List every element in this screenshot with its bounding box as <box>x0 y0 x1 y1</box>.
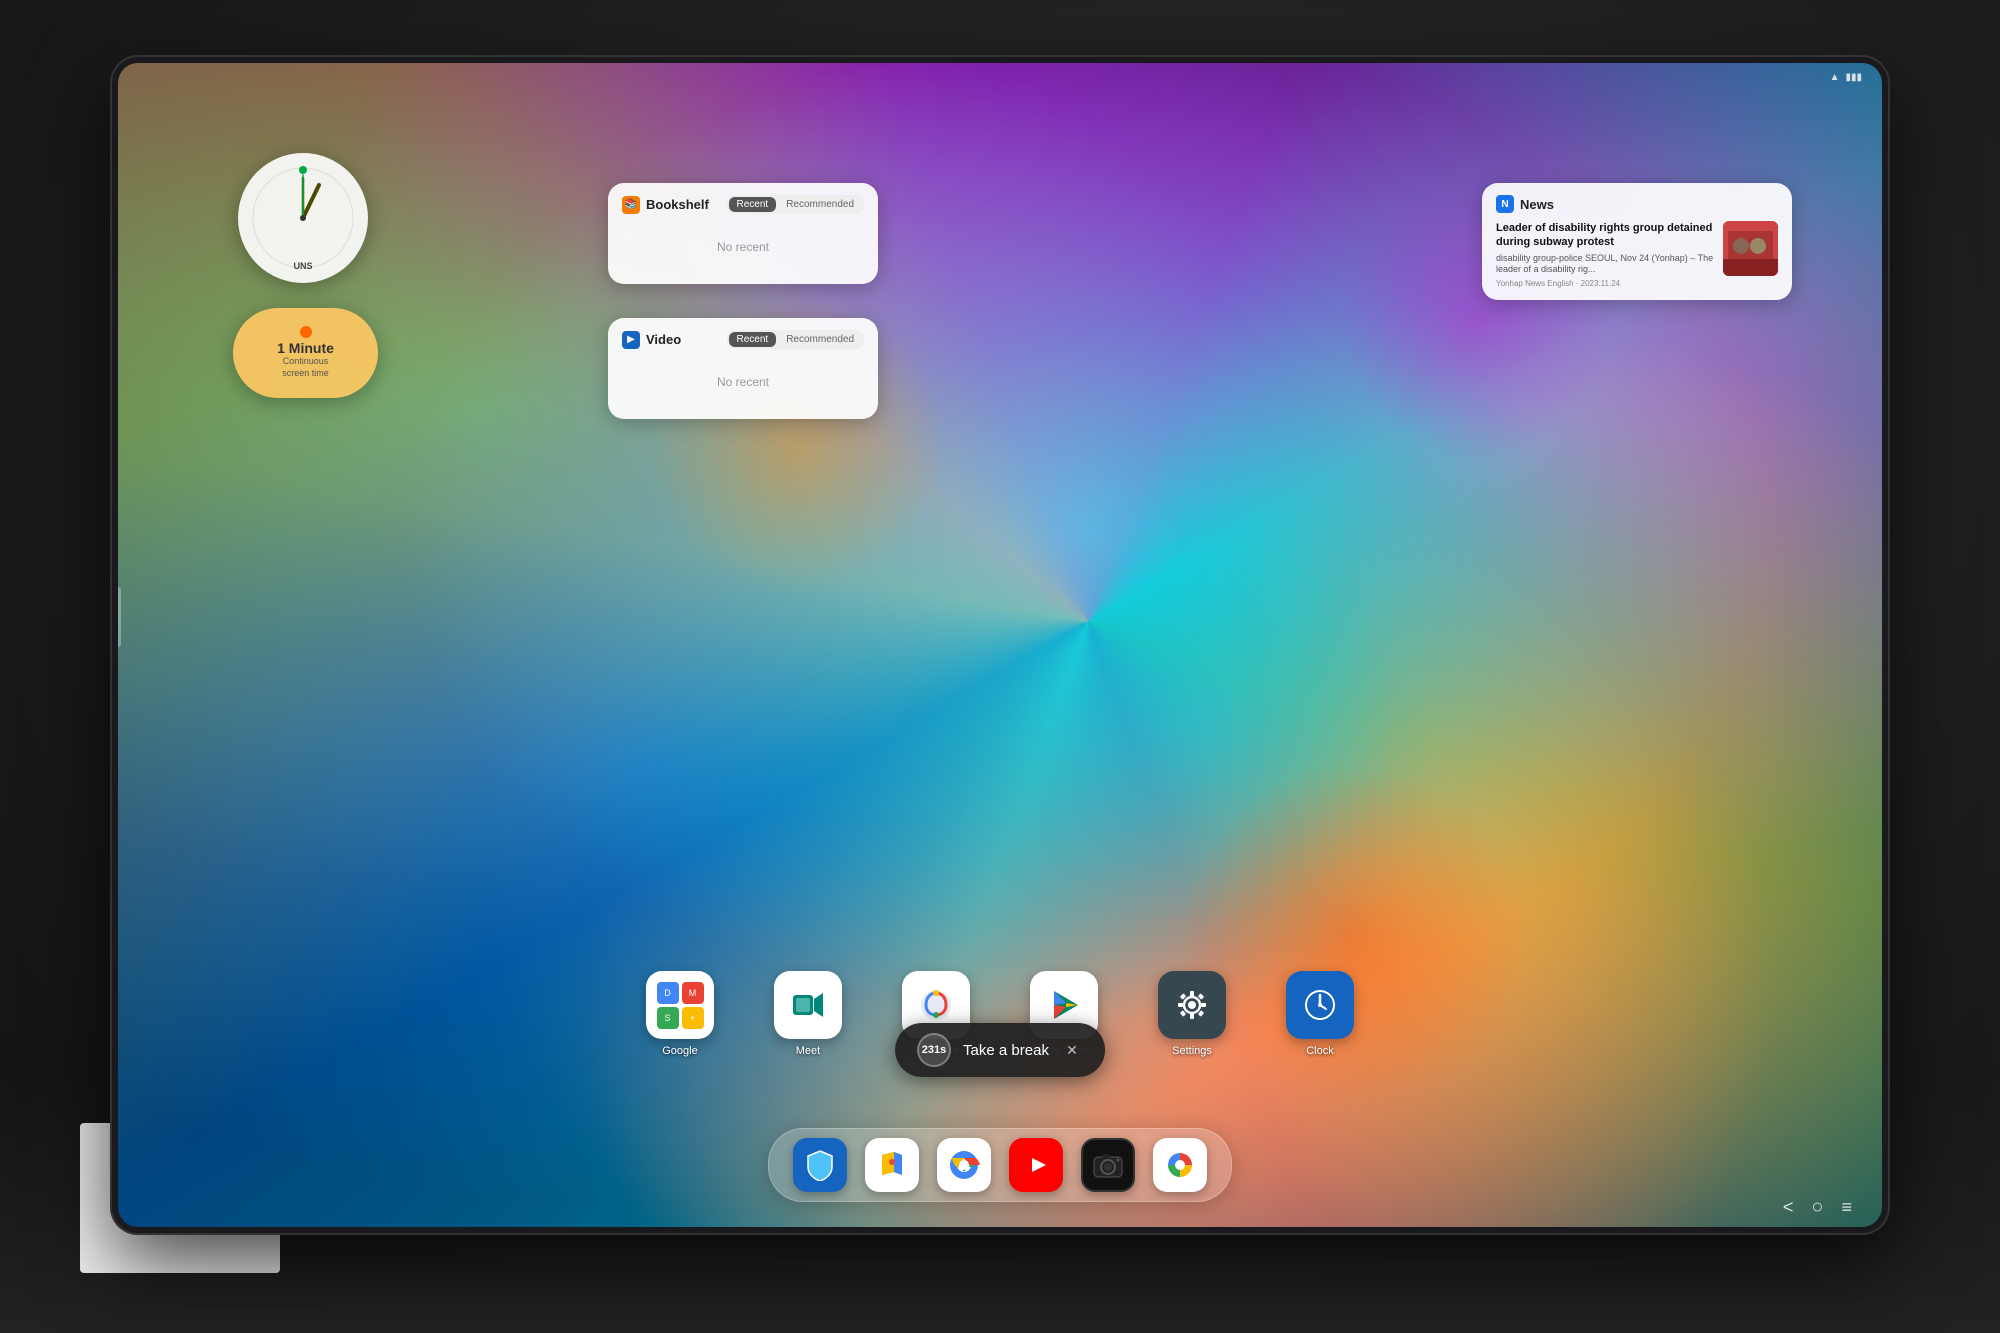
screentime-duration: 1 Minute <box>277 340 334 356</box>
google-sub-docs: D <box>657 982 679 1004</box>
widget-video[interactable]: ▶ Video Recent Recommended No recent <box>608 318 878 419</box>
widget-bookshelf[interactable]: 📚 Bookshelf Recent Recommended No recent <box>608 183 878 284</box>
tablet-screen: ▲ ▮▮▮ <box>118 63 1882 1227</box>
app-icon-meet[interactable] <box>774 971 842 1039</box>
break-timer: 231s <box>917 1033 951 1067</box>
video-title-row: ▶ Video <box>622 331 681 349</box>
screentime-subtitle: Continuousscreen time <box>282 356 329 379</box>
dock-item-chrome[interactable] <box>937 1138 991 1192</box>
bookshelf-title-row: 📚 Bookshelf <box>622 196 709 214</box>
news-header: N News <box>1496 195 1778 213</box>
nav-bar: < ○ ≡ <box>1783 1196 1852 1219</box>
bookshelf-tabs[interactable]: Recent Recommended <box>727 195 865 214</box>
app-icon-google[interactable]: D M S + <box>646 971 714 1039</box>
news-icon: N <box>1496 195 1514 213</box>
news-body: disability group-police SEOUL, Nov 24 (Y… <box>1496 253 1715 276</box>
news-meta: Yonhap News English · 2023.11.24 <box>1496 279 1715 288</box>
dock-item-youtube[interactable] <box>1009 1138 1063 1192</box>
widget-news[interactable]: N News Leader of disability rights group… <box>1482 183 1792 300</box>
app-item-meet[interactable]: Meet <box>774 971 842 1057</box>
battery-icon: ▮▮▮ <box>1845 72 1862 83</box>
status-bar: ▲ ▮▮▮ <box>118 63 1882 91</box>
bookshelf-no-recent: No recent <box>717 240 769 254</box>
bookshelf-content: No recent <box>622 222 864 272</box>
break-text: Take a break <box>963 1042 1049 1059</box>
app-item-clock[interactable]: Clock <box>1286 971 1354 1057</box>
google-sub-sheets: S <box>657 1007 679 1029</box>
tablet-device: ▲ ▮▮▮ <box>110 55 1890 1235</box>
video-tab-recent[interactable]: Recent <box>729 332 777 347</box>
news-title-row: N News <box>1496 195 1554 213</box>
dock-item-maps[interactable] <box>865 1138 919 1192</box>
bookshelf-title: Bookshelf <box>646 197 709 212</box>
dock-item-knox[interactable] <box>793 1138 847 1192</box>
app-item-settings[interactable]: Settings <box>1158 971 1226 1057</box>
wifi-icon: ▲ <box>1830 72 1840 83</box>
video-tabs[interactable]: Recent Recommended <box>727 330 865 349</box>
video-no-recent: No recent <box>717 375 769 389</box>
news-thumbnail <box>1723 221 1778 276</box>
google-sub-gmail: M <box>682 982 704 1004</box>
widget-clock[interactable]: UNS <box>238 153 368 283</box>
widgets-area: UNS 1 Minute Continuousscreen time 📚 Boo… <box>118 93 1882 1227</box>
bookshelf-tab-recommended[interactable]: Recommended <box>778 197 862 212</box>
nav-recents-button[interactable]: ≡ <box>1841 1197 1852 1218</box>
app-label-meet: Meet <box>796 1045 820 1057</box>
screentime-indicator <box>300 326 312 338</box>
google-sub-slides: + <box>682 1007 704 1029</box>
break-close-button[interactable]: ✕ <box>1061 1039 1083 1061</box>
video-tab-recommended[interactable]: Recommended <box>778 332 862 347</box>
bookshelf-icon: 📚 <box>622 196 640 214</box>
dock-item-photos[interactable] <box>1153 1138 1207 1192</box>
app-item-google[interactable]: D M S + Google <box>646 971 714 1057</box>
break-toast[interactable]: 231s Take a break ✕ <box>895 1023 1105 1077</box>
news-text-block: Leader of disability rights group detain… <box>1496 221 1715 288</box>
nav-home-button[interactable]: ○ <box>1811 1196 1823 1219</box>
news-item[interactable]: Leader of disability rights group detain… <box>1496 221 1778 288</box>
app-icon-settings[interactable] <box>1158 971 1226 1039</box>
video-header: ▶ Video Recent Recommended <box>622 330 864 349</box>
news-headline: Leader of disability rights group detain… <box>1496 221 1715 250</box>
video-content: No recent <box>622 357 864 407</box>
app-label-clock: Clock <box>1306 1045 1334 1057</box>
widget-screentime[interactable]: 1 Minute Continuousscreen time <box>233 308 378 398</box>
app-label-google: Google <box>662 1045 697 1057</box>
video-icon: ▶ <box>622 331 640 349</box>
clock-label: UNS <box>293 261 312 271</box>
video-title: Video <box>646 332 681 347</box>
bookshelf-header: 📚 Bookshelf Recent Recommended <box>622 195 864 214</box>
clock-face <box>248 163 358 273</box>
bookshelf-tab-recent[interactable]: Recent <box>729 197 777 212</box>
app-label-settings: Settings <box>1172 1045 1212 1057</box>
dock-item-camera[interactable] <box>1081 1138 1135 1192</box>
news-title: News <box>1520 197 1554 212</box>
app-icon-clock[interactable] <box>1286 971 1354 1039</box>
nav-back-button[interactable]: < <box>1783 1197 1794 1218</box>
dock <box>768 1128 1232 1202</box>
